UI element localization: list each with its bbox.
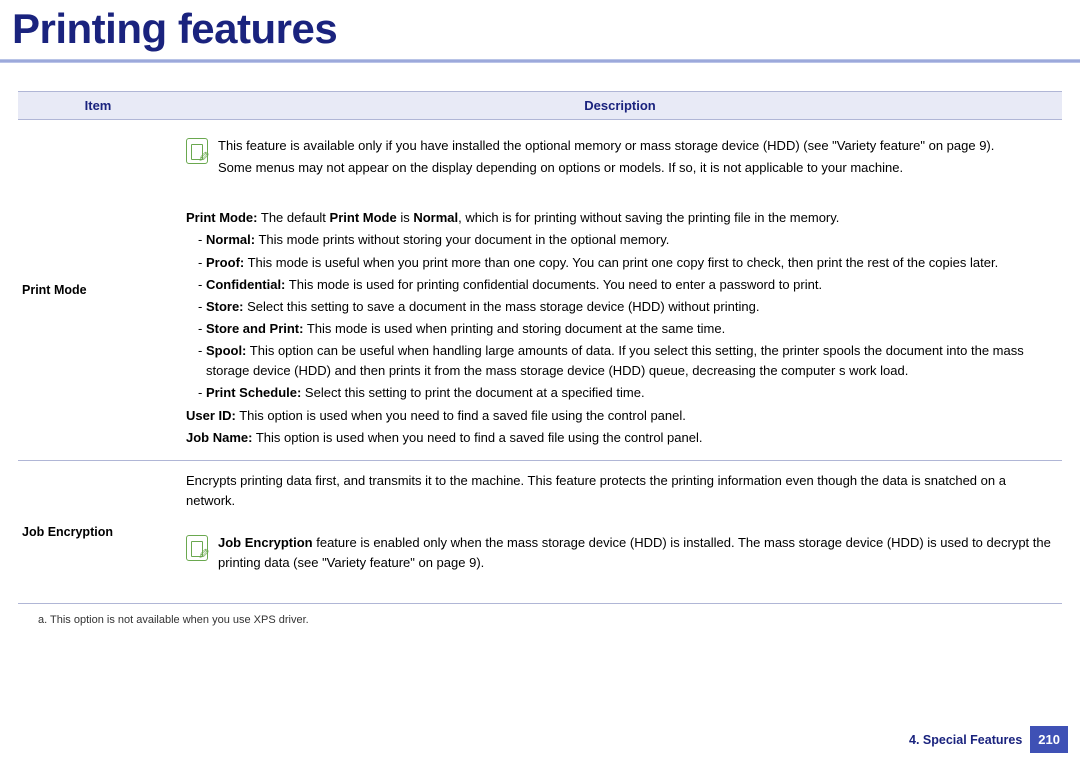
- bullet-store: Store: Select this setting to save a doc…: [186, 297, 1054, 317]
- bullet-confidential: Confidential: This mode is used for prin…: [186, 275, 1054, 295]
- note-icon: [186, 138, 208, 164]
- note-icon: [186, 535, 208, 561]
- note-block: Job Encryption feature is enabled only w…: [186, 533, 1054, 575]
- features-table: Item Description Print Mode This feature…: [18, 91, 1062, 604]
- note-line: Job Encryption feature is enabled only w…: [218, 533, 1054, 573]
- bullet-proof: Proof: This mode is useful when you prin…: [186, 253, 1054, 273]
- footer-page-number: 210: [1030, 726, 1068, 753]
- table-header-row: Item Description: [18, 92, 1062, 120]
- content-table-wrap: Item Description Print Mode This feature…: [18, 91, 1062, 626]
- bullet-store-and-print: Store and Print: This mode is used when …: [186, 319, 1054, 339]
- header-item: Item: [18, 92, 178, 120]
- footnote: a. This option is not available when you…: [38, 614, 1062, 626]
- desc-job-encryption: Encrypts printing data first, and transm…: [178, 460, 1062, 604]
- note-text: Job Encryption feature is enabled only w…: [218, 533, 1054, 575]
- page-title: Printing features: [0, 0, 1080, 53]
- page-footer: 4. Special Features 210: [909, 726, 1068, 753]
- header-description: Description: [178, 92, 1062, 120]
- bullet-spool: Spool: This option can be useful when ha…: [186, 341, 1054, 381]
- note-text: This feature is available only if you ha…: [218, 136, 994, 180]
- desc-user-id: User ID: This option is used when you ne…: [186, 406, 1054, 426]
- bullet-print-schedule: Print Schedule: Select this setting to p…: [186, 383, 1054, 403]
- desc-line: Print Mode: The default Print Mode is No…: [186, 208, 1054, 228]
- title-underline: [0, 59, 1080, 63]
- note-line: Some menus may not appear on the display…: [218, 158, 994, 178]
- note-block: This feature is available only if you ha…: [186, 136, 1054, 180]
- footer-chapter: 4. Special Features: [909, 733, 1022, 747]
- table-row-job-encryption: Job Encryption Encrypts printing data fi…: [18, 460, 1062, 604]
- item-print-mode: Print Mode: [18, 120, 178, 461]
- bullet-normal: Normal: This mode prints without storing…: [186, 230, 1054, 250]
- desc-job-name: Job Name: This option is used when you n…: [186, 428, 1054, 448]
- desc-line: Encrypts printing data first, and transm…: [186, 471, 1054, 511]
- note-line: This feature is available only if you ha…: [218, 136, 994, 156]
- desc-print-mode: This feature is available only if you ha…: [178, 120, 1062, 461]
- table-row-print-mode: Print Mode This feature is available onl…: [18, 120, 1062, 461]
- item-job-encryption: Job Encryption: [18, 460, 178, 604]
